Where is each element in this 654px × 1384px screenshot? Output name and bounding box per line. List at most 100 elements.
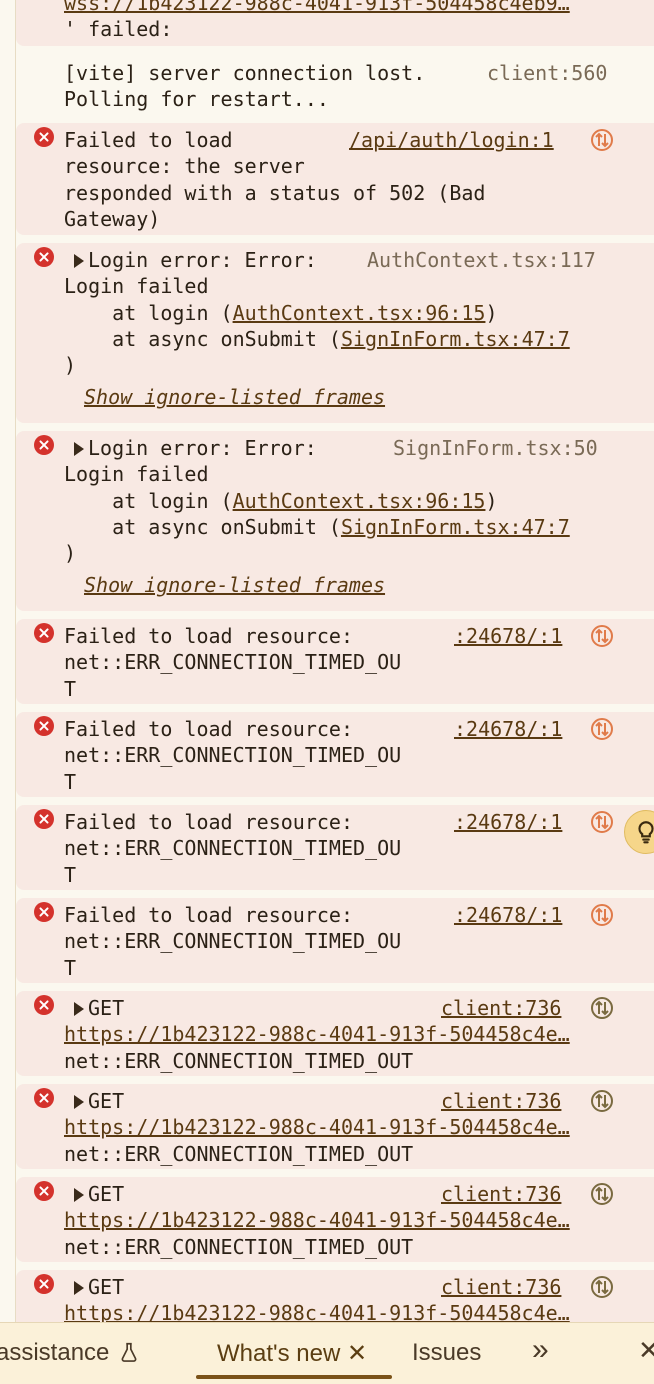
- console-error-timeout: Failed to load resource: :24678/:1 net::E…: [16, 898, 654, 983]
- message-text: T: [64, 676, 77, 701]
- triangle-right-icon[interactable]: [74, 1188, 84, 1202]
- message-text: Failed to load resource:: [64, 903, 353, 927]
- network-arrows-icon[interactable]: [590, 903, 614, 927]
- console-error-get[interactable]: GET client:736 https://1b423122-988c-4041…: [16, 1177, 654, 1262]
- close-icon[interactable]: ✕: [347, 1340, 367, 1367]
- message-text: net::ERR_CONNECTION_TIMED_OU: [64, 743, 402, 768]
- message-text: Login failed: [64, 274, 209, 299]
- console-gutter: [0, 0, 16, 1322]
- drawer-tab-bar: assistance What's new ✕ Issues » ✕: [0, 1322, 654, 1384]
- source-link[interactable]: :24678/:1: [454, 623, 562, 649]
- tab-label: What's new: [217, 1340, 341, 1367]
- triangle-right-icon[interactable]: [74, 442, 84, 456]
- console-messages: wss://1b423122-988c-4041-913f-504458c4eb…: [0, 0, 654, 1322]
- console-error-502: Failed to load/api/auth/login:1 resource…: [16, 123, 654, 235]
- triangle-right-icon[interactable]: [74, 1281, 84, 1295]
- tab-whats-new[interactable]: What's new ✕: [217, 1339, 367, 1368]
- console-message-vite: [vite] server connection lost. client:560…: [16, 56, 654, 118]
- stack-text: ): [485, 300, 498, 325]
- message-text: T: [64, 955, 77, 980]
- stack-frame-link[interactable]: SignInForm.tsx:47:7: [341, 515, 570, 539]
- triangle-right-icon[interactable]: [74, 1002, 84, 1016]
- source-link[interactable]: client:736: [441, 1274, 561, 1300]
- console-message-websocket-failed: wss://1b423122-988c-4041-913f-504458c4eb…: [16, 0, 654, 46]
- network-arrows-icon[interactable]: [590, 717, 614, 741]
- source-link[interactable]: :24678/:1: [454, 809, 562, 835]
- message-text: net::ERR_CONNECTION_TIMED_OU: [64, 836, 402, 861]
- message-text: net::ERR_CONNECTION_TIMED_OUT: [64, 1234, 414, 1259]
- console-error-timeout: Failed to load resource: :24678/:1 net::E…: [16, 619, 654, 704]
- stack-frame-link[interactable]: AuthContext.tsx:96:15: [233, 301, 486, 325]
- stack-frame-link[interactable]: SignInForm.tsx:47:7: [341, 327, 570, 351]
- stack-text: at login (: [64, 488, 233, 513]
- stack-text: at async onSubmit (: [64, 326, 341, 351]
- request-url-link[interactable]: https://1b423122-988c-4041-913f-504458c4…: [64, 1021, 570, 1047]
- flask-icon: [121, 1342, 137, 1362]
- message-text: Failed to load: [64, 128, 233, 152]
- source-link[interactable]: /api/auth/login:1: [349, 127, 554, 153]
- message-text: net::ERR_CONNECTION_TIMED_OUT: [64, 1141, 414, 1166]
- tab-ai-assistance[interactable]: assistance: [0, 1339, 140, 1367]
- message-text: Failed to load resource:: [64, 717, 353, 741]
- stack-text: at login (: [64, 300, 233, 325]
- tab-issues[interactable]: Issues: [412, 1339, 481, 1367]
- stack-text: ): [485, 488, 498, 513]
- show-ignore-listed-frames-link[interactable]: Show ignore-listed frames: [84, 384, 385, 410]
- console-error-get[interactable]: GET client:736 https://1b423122-988c-4041…: [16, 1270, 654, 1322]
- request-method: GET: [88, 1182, 125, 1206]
- message-text: Gateway): [64, 206, 161, 231]
- network-arrows-icon[interactable]: [590, 996, 614, 1020]
- message-text: resource: the server: [64, 154, 305, 179]
- console-error-login-1[interactable]: Login error: Error: AuthContext.tsx:117 L…: [16, 243, 654, 423]
- request-method: GET: [88, 1089, 125, 1113]
- network-arrows-icon[interactable]: [590, 1089, 614, 1113]
- close-drawer-icon[interactable]: ✕: [638, 1335, 654, 1366]
- message-text: ' failed:: [64, 17, 173, 42]
- request-method: GET: [88, 996, 125, 1020]
- network-arrows-icon[interactable]: [590, 1182, 614, 1206]
- message-text: [vite] server connection lost.: [64, 61, 426, 85]
- triangle-right-icon[interactable]: [74, 1095, 84, 1109]
- message-text: Login error: Error:: [88, 248, 317, 272]
- stack-text: at async onSubmit (: [64, 514, 341, 539]
- request-url-link[interactable]: https://1b423122-988c-4041-913f-504458c4…: [64, 1207, 570, 1233]
- show-ignore-listed-frames-link[interactable]: Show ignore-listed frames: [84, 572, 385, 598]
- message-text: Failed to load resource:: [64, 624, 353, 648]
- console-error-timeout: Failed to load resource: :24678/:1 net::E…: [16, 805, 654, 890]
- source-link[interactable]: client:560: [487, 60, 607, 86]
- console-error-timeout: Failed to load resource: :24678/:1 net::E…: [16, 712, 654, 797]
- active-tab-indicator: [196, 1375, 392, 1379]
- message-text: net::ERR_CONNECTION_TIMED_OUT: [64, 1048, 414, 1073]
- network-arrows-icon[interactable]: [590, 810, 614, 834]
- message-text: Failed to load resource:: [64, 810, 353, 834]
- source-link[interactable]: client:736: [441, 995, 561, 1021]
- request-url-link[interactable]: https://1b423122-988c-4041-913f-504458c4…: [64, 1114, 570, 1140]
- stack-frame-link[interactable]: AuthContext.tsx:96:15: [233, 489, 486, 513]
- console-error-login-2[interactable]: Login error: Error: SignInForm.tsx:50 Log…: [16, 431, 654, 611]
- network-arrows-icon[interactable]: [590, 1275, 614, 1299]
- message-text: T: [64, 862, 77, 887]
- tab-label: assistance: [0, 1339, 110, 1366]
- chevron-double-right-icon[interactable]: »: [532, 1333, 549, 1367]
- source-link[interactable]: client:736: [441, 1088, 561, 1114]
- message-text: net::ERR_CONNECTION_TIMED_OU: [64, 650, 402, 675]
- stack-text: ): [64, 541, 77, 566]
- websocket-url-link[interactable]: wss://1b423122-988c-4041-913f-504458c4eb…: [64, 0, 570, 16]
- message-text: net::ERR_CONNECTION_TIMED_OU: [64, 929, 402, 954]
- source-link[interactable]: client:736: [441, 1181, 561, 1207]
- request-method: GET: [88, 1275, 125, 1299]
- source-link[interactable]: AuthContext.tsx:117: [367, 247, 596, 273]
- message-text: Login error: Error:: [88, 436, 317, 460]
- message-text: responded with a status of 502 (Bad: [64, 180, 486, 205]
- tab-label: Issues: [412, 1339, 482, 1366]
- network-arrows-icon[interactable]: [590, 128, 614, 152]
- console-error-get[interactable]: GET client:736 https://1b423122-988c-4041…: [16, 991, 654, 1076]
- network-arrows-icon[interactable]: [590, 624, 614, 648]
- request-url-link[interactable]: https://1b423122-988c-4041-913f-504458c4…: [64, 1300, 570, 1322]
- message-text: Polling for restart...: [64, 87, 329, 112]
- source-link[interactable]: :24678/:1: [454, 716, 562, 742]
- source-link[interactable]: SignInForm.tsx:50: [393, 435, 598, 461]
- console-error-get[interactable]: GET client:736 https://1b423122-988c-4041…: [16, 1084, 654, 1169]
- triangle-right-icon[interactable]: [74, 254, 84, 268]
- source-link[interactable]: :24678/:1: [454, 902, 562, 928]
